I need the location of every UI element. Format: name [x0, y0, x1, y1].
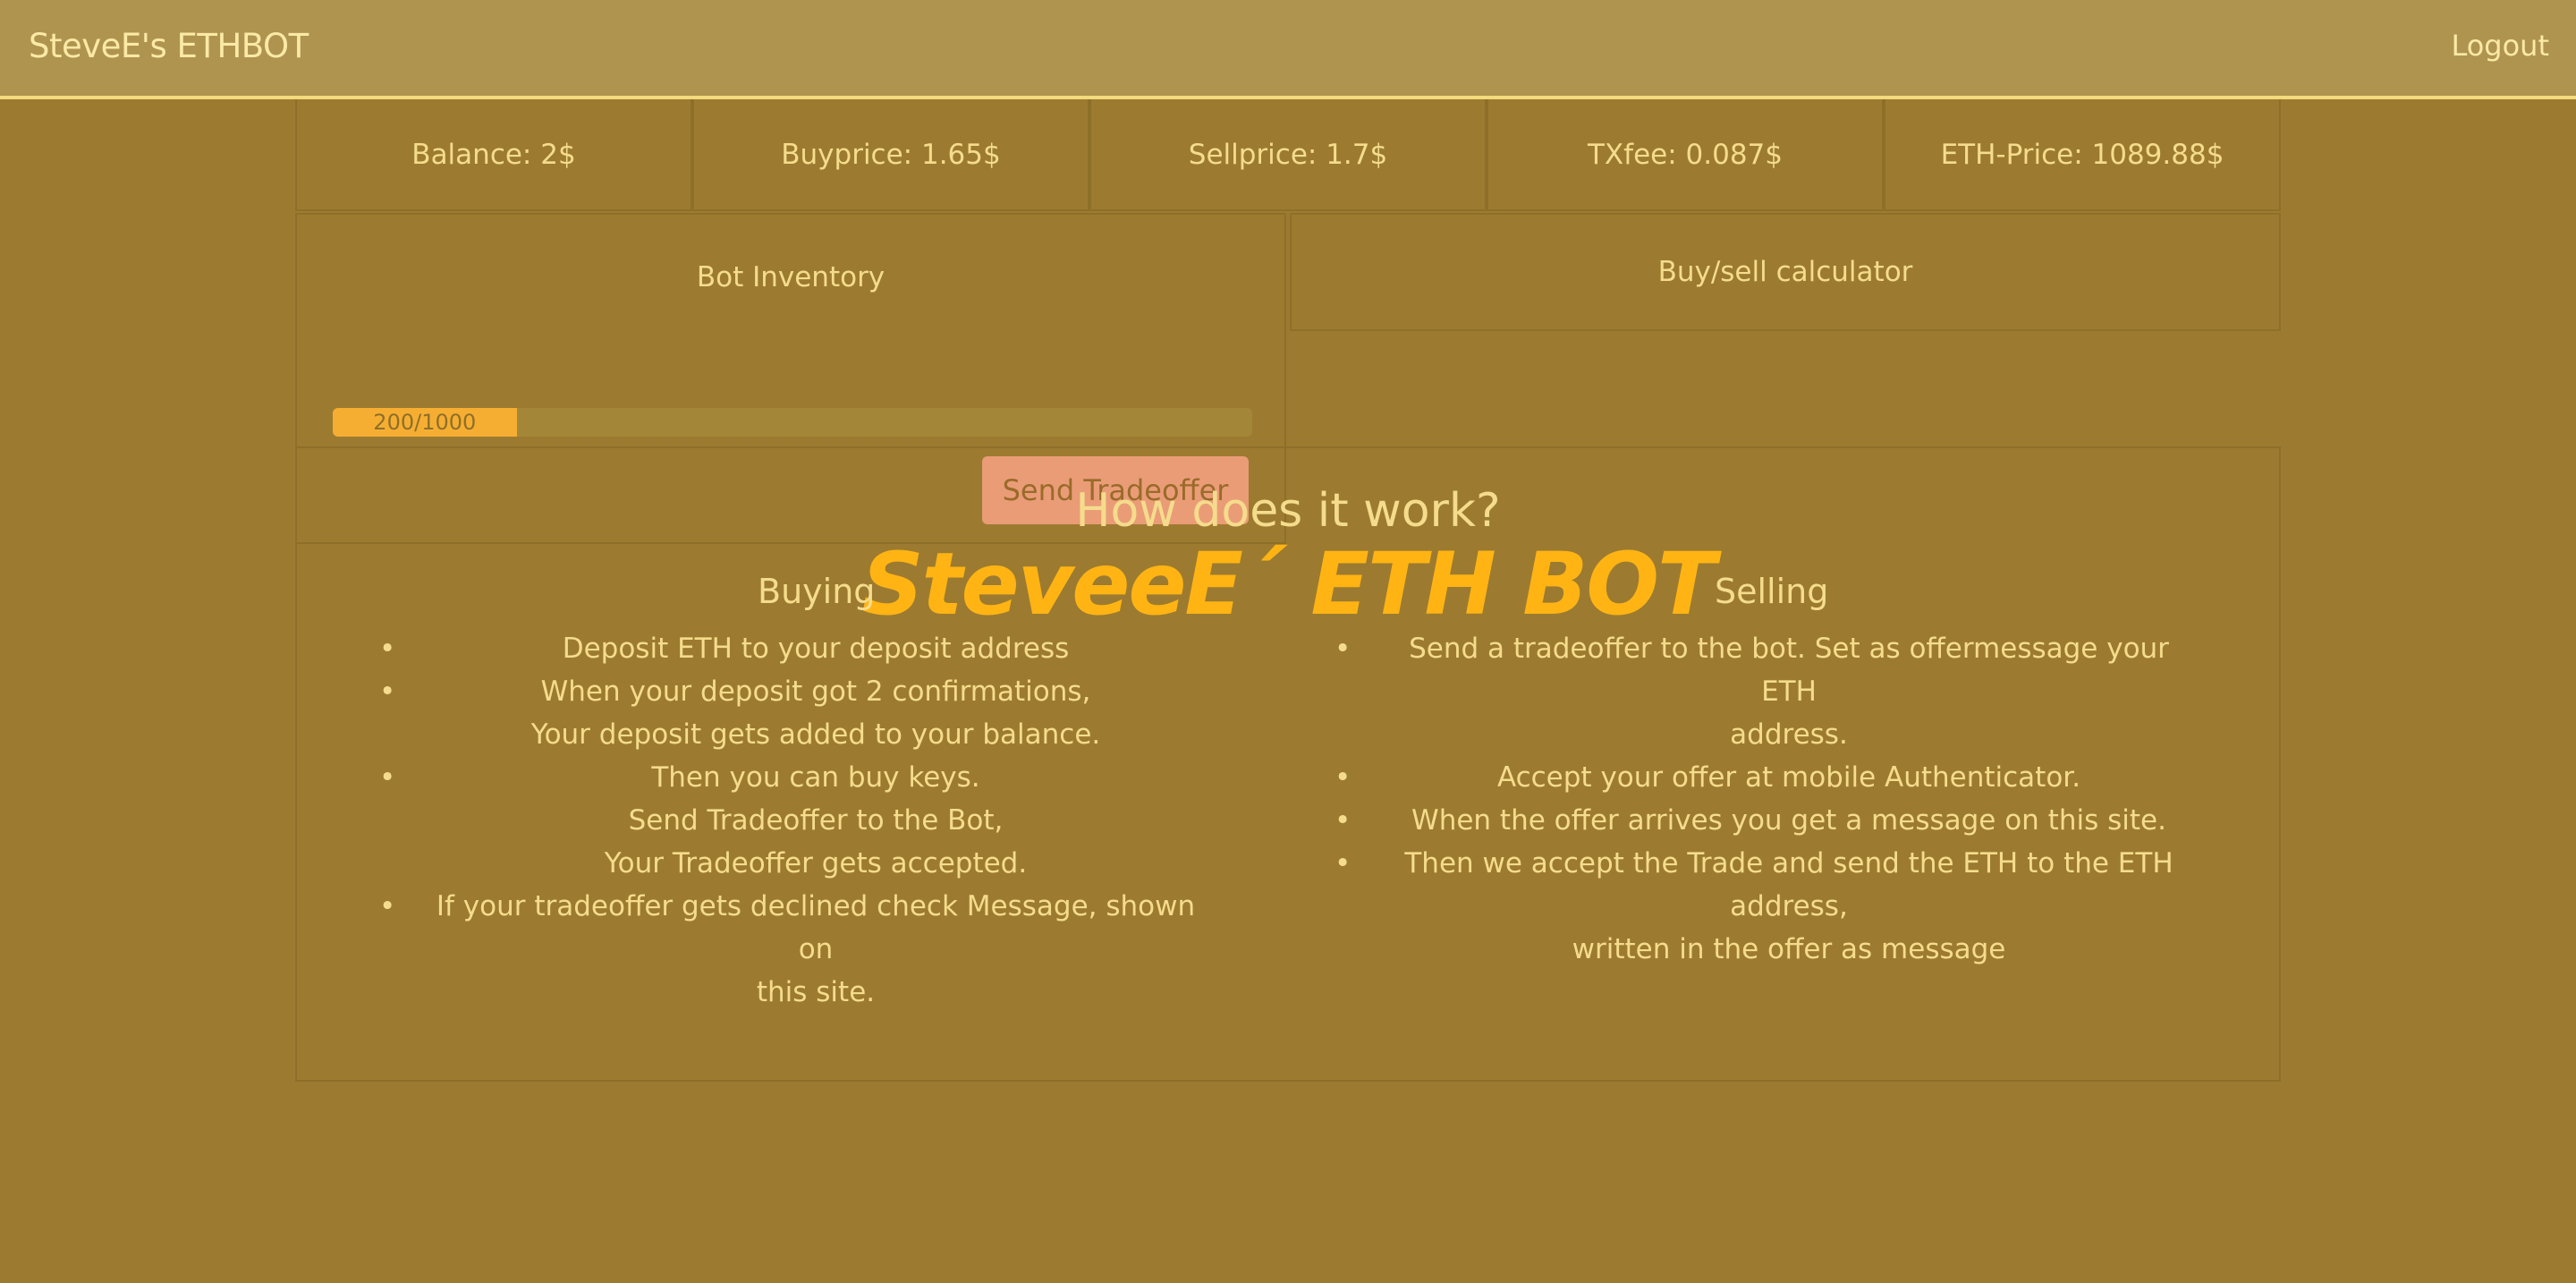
bot-inventory-title: Bot Inventory — [696, 261, 886, 293]
logout-link[interactable]: Logout — [2451, 0, 2549, 96]
list-item: • When the offer arrives you get a messa… — [1333, 799, 2191, 842]
stat-eth-price: ETH-Price: 1089.88$ — [1884, 99, 2281, 211]
bullet-icon: • — [1335, 761, 1352, 794]
inventory-progress-bar: 200/1000 — [333, 408, 1252, 437]
bullet-icon: • — [1335, 804, 1352, 837]
list-item: • Send a tradeoffer to the bot. Set as o… — [1333, 627, 2191, 756]
list-item: • When your deposit got 2 confirmations,… — [377, 670, 1200, 756]
buying-title: Buying — [758, 572, 876, 611]
stat-balance: Balance: 2$ — [295, 99, 692, 211]
how-it-works-panel: How does it work? SteveeE´ ETH BOT Buyin… — [295, 446, 2281, 1082]
bullet-icon: • — [379, 890, 396, 922]
bullet-icon: • — [379, 675, 396, 708]
bullet-icon: • — [1335, 633, 1352, 665]
buy-sell-calculator-panel[interactable]: Buy/sell calculator — [1290, 213, 2281, 331]
ethbot-logo: SteveeE´ ETH BOT — [861, 534, 1716, 634]
buying-steps-list: • Deposit ETH to your deposit address • … — [377, 627, 1200, 1014]
list-item: • Then you can buy keys. Send Tradeoffer… — [377, 756, 1200, 885]
bullet-icon: • — [379, 633, 396, 665]
selling-title: Selling — [1715, 572, 1829, 611]
list-item: • Deposit ETH to your deposit address — [377, 627, 1200, 670]
stat-buyprice: Buyprice: 1.65$ — [692, 99, 1089, 211]
bullet-icon: • — [1335, 847, 1352, 879]
inventory-progress-fill: 200/1000 — [333, 408, 517, 437]
list-item: • Then we accept the Trade and send the … — [1333, 842, 2191, 971]
brand-link[interactable]: SteveE's ETHBOT — [29, 0, 309, 96]
stat-sellprice: Sellprice: 1.7$ — [1089, 99, 1487, 211]
list-item: • If your tradeoffer gets declined check… — [377, 885, 1200, 1014]
stat-txfee: TXfee: 0.087$ — [1487, 99, 1884, 211]
bullet-icon: • — [379, 761, 396, 794]
how-it-works-title: How does it work? — [1075, 484, 1501, 538]
stats-row: Balance: 2$ Buyprice: 1.65$ Sellprice: 1… — [295, 99, 2281, 211]
list-item: • Accept your offer at mobile Authentica… — [1333, 756, 2191, 799]
top-navbar: SteveE's ETHBOT Logout — [0, 0, 2576, 99]
selling-steps-list: • Send a tradeoffer to the bot. Set as o… — [1333, 627, 2191, 971]
